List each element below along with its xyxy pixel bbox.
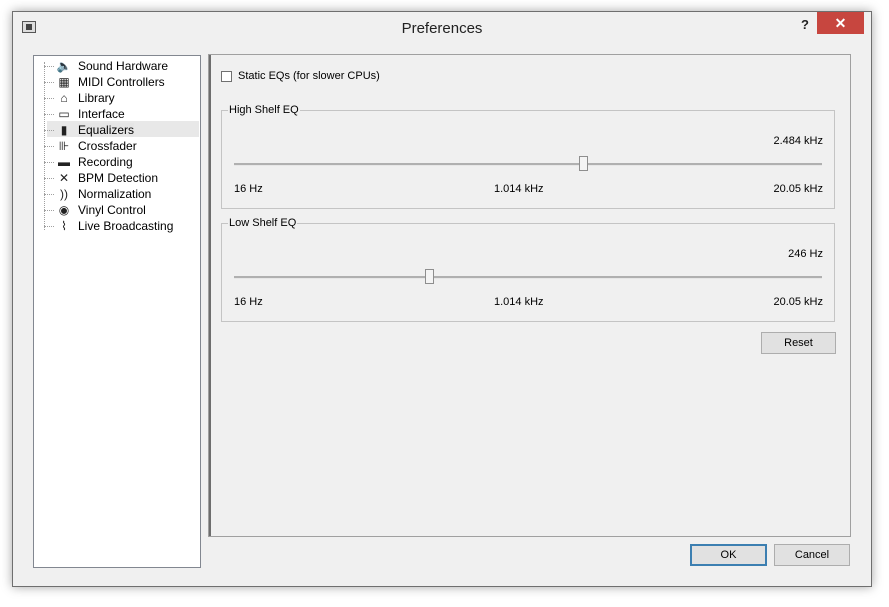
tree-item-recording[interactable]: ▬ Recording bbox=[44, 154, 200, 170]
speaker-icon: 🔈 bbox=[56, 59, 72, 73]
tree-connector bbox=[44, 130, 54, 131]
tree-connector bbox=[44, 210, 54, 211]
tree-connector bbox=[44, 178, 54, 179]
preferences-tree[interactable]: 🔈 Sound Hardware ▦ MIDI Controllers ⌂ Library… bbox=[33, 55, 201, 568]
high-shelf-max-label: 20.05 kHz bbox=[773, 183, 823, 195]
tree-item-label: Vinyl Control bbox=[78, 203, 146, 217]
tree-connector bbox=[44, 66, 54, 67]
high-shelf-mid-label: 1.014 kHz bbox=[494, 183, 544, 195]
reset-button[interactable]: Reset bbox=[761, 332, 836, 354]
low-shelf-value: 246 Hz bbox=[788, 248, 823, 260]
title-bar[interactable]: Preferences ? ✕ bbox=[13, 12, 871, 44]
low-shelf-title: Low Shelf EQ bbox=[228, 217, 298, 229]
vinyl-icon: ◉ bbox=[58, 203, 70, 217]
library-icon: ⌂ bbox=[60, 91, 68, 105]
tree-item-label: Live Broadcasting bbox=[78, 219, 174, 233]
tree-item-bpm-detection[interactable]: ✕ BPM Detection bbox=[44, 170, 200, 186]
static-eq-checkbox[interactable] bbox=[221, 71, 232, 82]
tree-item-label: Normalization bbox=[78, 187, 152, 201]
cancel-button[interactable]: Cancel bbox=[774, 544, 850, 566]
tree-item-equalizers[interactable]: ▮ Equalizers bbox=[44, 122, 200, 138]
tree-item-label: Sound Hardware bbox=[78, 59, 169, 73]
equalizer-panel: Static EQs (for slower CPUs) High Shelf … bbox=[208, 54, 851, 537]
broadcast-icon: ⌇ bbox=[61, 219, 67, 233]
low-shelf-max-label: 20.05 kHz bbox=[773, 296, 823, 308]
tree-item-midi-controllers[interactable]: ▦ MIDI Controllers bbox=[44, 74, 200, 90]
tree-item-normalization[interactable]: )) Normalization bbox=[44, 186, 200, 202]
midi-keyboard-icon: ▦ bbox=[58, 75, 70, 89]
crossfader-icon: ⊪ bbox=[58, 139, 70, 153]
high-shelf-min-label: 16 Hz bbox=[234, 183, 263, 195]
tree-connector bbox=[44, 98, 54, 99]
tree-item-label: Recording bbox=[78, 155, 133, 169]
tree-item-label: Library bbox=[78, 91, 115, 105]
high-shelf-title: High Shelf EQ bbox=[228, 104, 300, 116]
static-eq-label[interactable]: Static EQs (for slower CPUs) bbox=[238, 70, 380, 82]
ok-button[interactable]: OK bbox=[690, 544, 767, 566]
tree-item-label: Equalizers bbox=[78, 123, 135, 137]
tree-item-label: Interface bbox=[78, 107, 125, 121]
equalizer-icon: ▮ bbox=[60, 123, 68, 137]
tree-item-live-broadcasting[interactable]: ⌇ Live Broadcasting bbox=[44, 218, 200, 234]
tree-connector bbox=[44, 226, 54, 227]
close-button[interactable]: ✕ bbox=[817, 12, 864, 34]
help-button[interactable]: ? bbox=[793, 14, 817, 36]
tree-item-label: MIDI Controllers bbox=[78, 75, 165, 89]
high-shelf-group: High Shelf EQ 2.484 kHz 16 Hz 1.014 kHz … bbox=[221, 104, 835, 209]
window-title: Preferences bbox=[401, 20, 483, 37]
low-shelf-min-label: 16 Hz bbox=[234, 296, 263, 308]
tree-item-label: Crossfader bbox=[78, 139, 137, 153]
low-shelf-slider-track[interactable] bbox=[234, 276, 822, 279]
tree-connector bbox=[44, 146, 54, 147]
tree-item-label: BPM Detection bbox=[78, 171, 159, 185]
high-shelf-slider-thumb[interactable] bbox=[579, 156, 589, 171]
tree-item-vinyl-control[interactable]: ◉ Vinyl Control bbox=[44, 202, 200, 218]
recording-icon: ▬ bbox=[58, 155, 70, 169]
high-shelf-value: 2.484 kHz bbox=[773, 135, 823, 147]
tree-connector bbox=[44, 114, 54, 115]
high-shelf-slider-track[interactable] bbox=[234, 163, 822, 166]
low-shelf-group: Low Shelf EQ 246 Hz 16 Hz 1.014 kHz 20.0… bbox=[221, 217, 835, 322]
monitor-icon: ▭ bbox=[58, 107, 70, 121]
tree-item-crossfader[interactable]: ⊪ Crossfader bbox=[44, 138, 200, 154]
tree-item-library[interactable]: ⌂ Library bbox=[44, 90, 200, 106]
tree-item-interface[interactable]: ▭ Interface bbox=[44, 106, 200, 122]
preferences-window: Preferences ? ✕ 🔈 Sound Hardware ▦ MIDI Con… bbox=[12, 11, 872, 587]
tree-connector bbox=[44, 82, 54, 83]
tree-connector bbox=[44, 194, 54, 195]
low-shelf-mid-label: 1.014 kHz bbox=[494, 296, 544, 308]
bpm-icon: ✕ bbox=[58, 171, 70, 185]
tree-item-sound-hardware[interactable]: 🔈 Sound Hardware bbox=[44, 58, 200, 74]
tree-connector bbox=[44, 162, 54, 163]
low-shelf-slider-thumb[interactable] bbox=[424, 269, 434, 284]
normalization-icon: )) bbox=[60, 187, 68, 201]
